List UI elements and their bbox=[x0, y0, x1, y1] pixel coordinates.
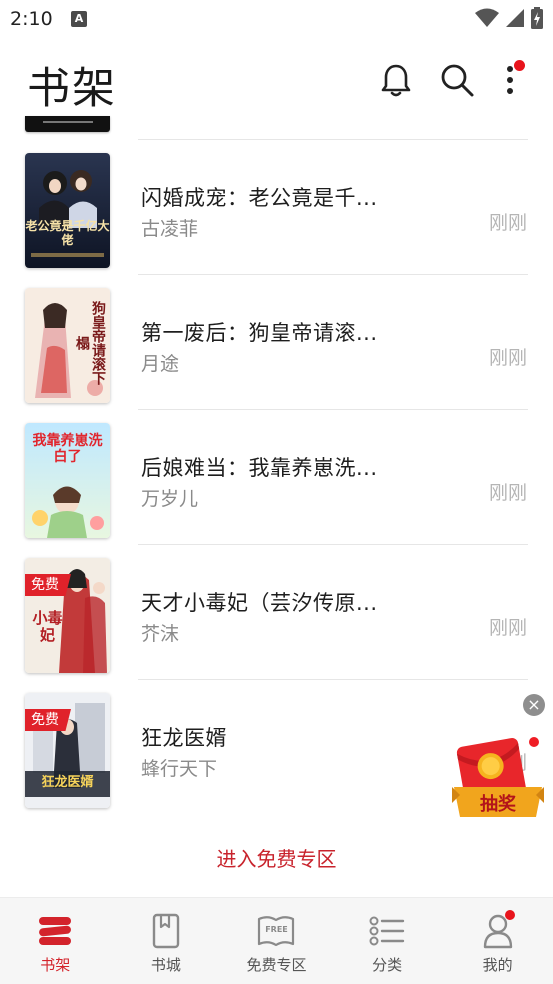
search-icon bbox=[441, 64, 474, 97]
book-author: 芥沫 bbox=[141, 623, 180, 645]
book-author: 古凌菲 bbox=[141, 218, 199, 240]
book-icon bbox=[146, 912, 186, 950]
more-badge-dot bbox=[514, 60, 525, 71]
free-book-icon: FREE bbox=[256, 912, 296, 950]
book-author: 月途 bbox=[141, 353, 180, 375]
book-cover[interactable]: 老公竟是千亿大佬 bbox=[25, 153, 110, 268]
book-cover-title: 狗皇帝请滚下榻 bbox=[74, 301, 106, 385]
app-header: 书架 bbox=[0, 38, 553, 124]
category-list-icon bbox=[367, 912, 407, 950]
book-item[interactable]: 狗皇帝请滚下榻 第一废后：狗皇帝请滚... 月途 刚刚 bbox=[0, 275, 553, 410]
nav-profile[interactable]: 我的 bbox=[442, 898, 553, 984]
free-badge: 免费 bbox=[25, 574, 71, 596]
nav-label: 分类 bbox=[372, 956, 403, 974]
book-title: 后娘难当：我靠养崽洗... bbox=[141, 456, 378, 480]
bell-icon bbox=[381, 64, 411, 97]
book-update-time: 刚刚 bbox=[488, 212, 527, 234]
book-cover-title: 老公竟是千亿大佬 bbox=[25, 219, 110, 247]
search-button[interactable] bbox=[437, 60, 477, 100]
status-bar: 2:10 A bbox=[0, 0, 553, 38]
nav-label: 免费专区 bbox=[246, 956, 307, 974]
nav-label: 我的 bbox=[482, 956, 513, 974]
more-menu-button[interactable] bbox=[490, 60, 530, 100]
book-update-time: 刚刚 bbox=[488, 617, 527, 639]
book-update-time: 刚刚 bbox=[488, 347, 527, 369]
book-title: 天才小毒妃（芸汐传原... bbox=[141, 591, 378, 615]
lottery-close-button[interactable]: × bbox=[523, 694, 545, 716]
nav-bookstore[interactable]: 书城 bbox=[111, 898, 222, 984]
nav-category[interactable]: 分类 bbox=[332, 898, 443, 984]
partial-book-cover[interactable] bbox=[25, 116, 110, 132]
status-time: 2:10 bbox=[10, 8, 53, 30]
page-title: 书架 bbox=[27, 64, 117, 114]
book-cover-title: 小毒妃 bbox=[32, 609, 63, 644]
book-cover[interactable]: 我靠养崽洗白了 bbox=[25, 423, 110, 538]
bookshelf-icon bbox=[35, 912, 75, 950]
free-zone-link[interactable]: 进入免费专区 bbox=[0, 843, 553, 872]
book-cover-art bbox=[25, 153, 110, 268]
book-title: 狂龙医婿 bbox=[141, 726, 227, 750]
book-item[interactable]: 免费 小毒妃 天才小毒妃（芸汐传原... 芥沫 刚刚 bbox=[0, 545, 553, 680]
nav-free-zone[interactable]: FREE 免费专区 bbox=[221, 898, 332, 984]
book-title: 第一废后：狗皇帝请滚... bbox=[141, 321, 378, 345]
book-author: 蜂行天下 bbox=[141, 758, 218, 780]
book-item[interactable]: 我靠养崽洗白了 后娘难当：我靠养崽洗... 万岁儿 刚刚 bbox=[0, 410, 553, 545]
book-item[interactable]: 老公竟是千亿大佬 闪婚成宠：老公竟是千... 古凌菲 刚刚 bbox=[0, 140, 553, 275]
book-cover[interactable]: 狗皇帝请滚下榻 bbox=[25, 288, 110, 403]
wifi-icon bbox=[475, 8, 499, 27]
book-title: 闪婚成宠：老公竟是千... bbox=[141, 186, 378, 210]
book-cover-title: 我靠养崽洗白了 bbox=[32, 433, 103, 465]
bottom-navigation: 书架 书城 FREE 免费专区 分类 我的 bbox=[0, 897, 553, 984]
notifications-button[interactable] bbox=[376, 60, 416, 100]
free-icon-text: FREE bbox=[265, 925, 288, 934]
book-cover[interactable]: 免费 狂龙医婿 bbox=[25, 693, 110, 808]
book-update-time: 刚刚 bbox=[488, 482, 527, 504]
book-cover[interactable]: 免费 小毒妃 bbox=[25, 558, 110, 673]
nav-label: 书城 bbox=[150, 956, 181, 974]
book-author: 万岁儿 bbox=[141, 488, 199, 510]
free-badge: 免费 bbox=[25, 709, 71, 731]
battery-icon bbox=[531, 7, 543, 29]
status-icons bbox=[475, 7, 543, 29]
notification-a-icon: A bbox=[71, 11, 87, 27]
signal-icon bbox=[506, 9, 524, 27]
nav-label: 书架 bbox=[40, 956, 71, 974]
book-cover-title: 狂龙医婿 bbox=[41, 775, 94, 790]
lottery-label: 抽奖 bbox=[480, 794, 516, 815]
nav-bookshelf[interactable]: 书架 bbox=[0, 898, 111, 984]
more-vert-icon bbox=[507, 66, 513, 94]
lottery-badge-dot bbox=[527, 735, 541, 749]
